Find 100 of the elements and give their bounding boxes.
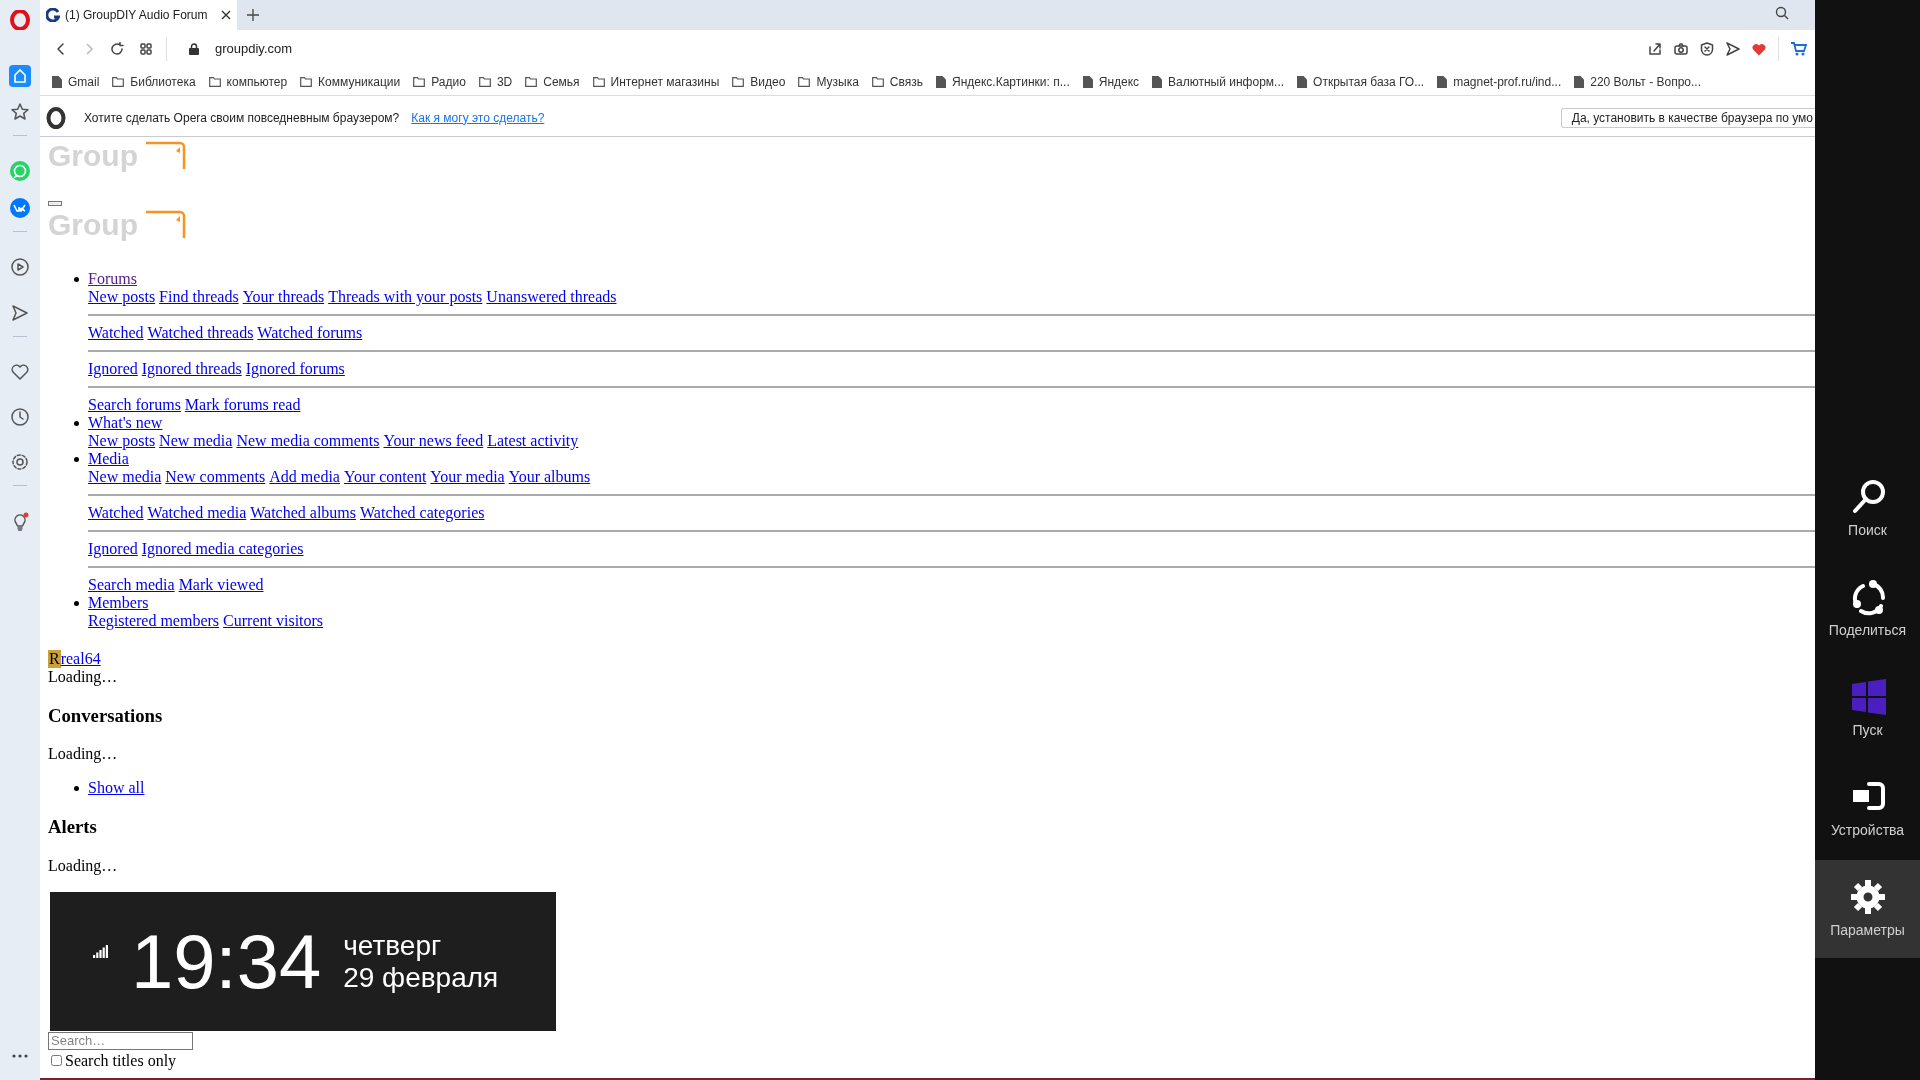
star-icon[interactable]	[9, 101, 31, 123]
user-avatar[interactable]: R	[48, 650, 61, 668]
nav-link[interactable]: Media	[88, 450, 129, 467]
vk-icon[interactable]	[9, 197, 31, 219]
address-field[interactable]: groupdiy.com	[215, 39, 293, 59]
search-field[interactable]: Search…	[48, 1031, 193, 1050]
nav-sublink[interactable]: Ignored forums	[245, 360, 345, 378]
new-tab-icon[interactable]	[247, 9, 259, 21]
bookmark-link[interactable]: Музыка	[816, 72, 859, 91]
nav-sublink[interactable]: New media comments	[236, 432, 380, 450]
bookmark-link[interactable]: Валютный информ...	[1168, 72, 1285, 91]
nav-sublink[interactable]: Watched media	[147, 504, 247, 522]
nav-sublink[interactable]: Watched albums	[250, 504, 357, 522]
nav-sublink[interactable]: New posts	[88, 432, 156, 450]
nav-sublink[interactable]: Ignored media categories	[141, 540, 304, 558]
bookmark-link[interactable]: Gmail	[68, 72, 100, 91]
nav-sublink[interactable]: Your news feed	[383, 432, 484, 450]
clock-date: 29 февраля	[343, 961, 499, 994]
page-icon	[936, 75, 946, 88]
bookmark-link[interactable]: 220 Вольт - Вопро...	[1590, 72, 1701, 91]
nav-sublink[interactable]: Your media	[430, 468, 505, 486]
more-icon[interactable]	[12, 1054, 28, 1058]
bookmark-link[interactable]: Радио	[431, 72, 466, 91]
menu-toggle-button[interactable]	[48, 201, 62, 206]
charm-button[interactable]: Устройства	[1815, 760, 1920, 858]
browser-tab[interactable]: (1) GroupDIY Audio Forum	[40, 0, 237, 30]
nav-sublink[interactable]: Add media	[269, 468, 340, 486]
nav-sublink[interactable]: Registered members	[88, 612, 220, 630]
link[interactable]: Show all	[88, 779, 145, 797]
send-icon[interactable]	[1726, 42, 1740, 56]
help-link[interactable]: Как я могу это сделать?	[411, 108, 545, 127]
search-icon[interactable]	[1775, 6, 1789, 20]
close-icon[interactable]	[221, 10, 231, 20]
nav-sublink[interactable]: Ignored	[88, 360, 138, 378]
nav-sublink[interactable]: Watched	[88, 324, 144, 342]
bookmark-link[interactable]: Библиотека	[130, 72, 196, 91]
bookmark-link[interactable]: Яндекс.Картинки: п...	[952, 72, 1070, 91]
settings-icon[interactable]	[9, 451, 31, 473]
bookmark-link[interactable]: Связь	[889, 72, 923, 91]
checkbox[interactable]	[51, 1055, 62, 1067]
nav-sublink[interactable]: Unanswered threads	[486, 288, 617, 306]
nav-sublink[interactable]: Watched	[88, 504, 144, 522]
bookmark-link[interactable]: Семья	[543, 72, 580, 91]
nav-link[interactable]: Members	[88, 594, 149, 611]
nav-sublink[interactable]: Your content	[343, 468, 427, 486]
nav-sublink[interactable]: Your threads	[242, 288, 325, 306]
opera-logo-icon[interactable]	[10, 10, 30, 30]
nav-link[interactable]: Forums	[88, 270, 137, 287]
bookmark-link[interactable]: компьютер	[226, 72, 288, 91]
site-favicon-icon	[46, 8, 60, 22]
nav-sublink[interactable]: Search forums	[88, 396, 181, 414]
nav-sublink[interactable]: Ignored	[88, 540, 138, 558]
bookmark-link[interactable]: 3D	[496, 72, 513, 91]
nav-sublink[interactable]: Latest activity	[487, 432, 579, 450]
cart-icon[interactable]	[1791, 42, 1807, 56]
camera-icon[interactable]	[1674, 42, 1688, 56]
clock-icon[interactable]	[9, 406, 31, 428]
nav-sublink[interactable]: New media	[159, 432, 233, 450]
reload-icon[interactable]	[110, 42, 124, 56]
nav-sublink[interactable]: Mark viewed	[178, 576, 264, 594]
bookmark-link[interactable]: Видео	[750, 72, 786, 91]
nav-sublink[interactable]: Watched forums	[257, 324, 363, 342]
charm-button[interactable]: Поделиться	[1815, 560, 1920, 658]
bookmark-link[interactable]: Интернет магазины	[610, 72, 720, 91]
heart-icon[interactable]	[1752, 42, 1766, 56]
folder-icon	[300, 76, 313, 87]
bookmark-link[interactable]: magnet-prof.ru/ind...	[1453, 72, 1562, 91]
nav-sublink[interactable]: New comments	[165, 468, 266, 486]
nav-sublink[interactable]: Search media	[88, 576, 175, 594]
home-icon[interactable]	[9, 65, 31, 87]
play-icon[interactable]	[9, 256, 31, 278]
folder-icon	[208, 76, 221, 87]
charm-button[interactable]: Параметры	[1815, 860, 1920, 958]
tabs-grid-icon[interactable]	[140, 43, 152, 55]
nav-sublink[interactable]: Mark forums read	[184, 396, 301, 414]
nav-sublink[interactable]: Find threads	[159, 288, 239, 306]
charm-button[interactable]: Пуск	[1815, 660, 1920, 758]
username-link[interactable]: real64	[60, 650, 101, 668]
bullet-icon	[74, 457, 79, 462]
blocker-icon[interactable]	[1700, 42, 1714, 56]
nav-link[interactable]: What's new	[88, 414, 163, 431]
bookmark-link[interactable]: Яндекс	[1098, 72, 1140, 91]
nav-sublink[interactable]: Watched threads	[147, 324, 254, 342]
nav-sublink[interactable]: Ignored threads	[141, 360, 242, 378]
folder-icon	[871, 76, 884, 87]
charm-button[interactable]: Поиск	[1815, 460, 1920, 558]
heart-icon[interactable]	[9, 361, 31, 383]
bookmark-link[interactable]: Коммуникации	[318, 72, 401, 91]
nav-sublink[interactable]: Current visitors	[223, 612, 324, 630]
nav-sublink[interactable]: Threads with your posts	[328, 288, 483, 306]
page-icon	[1152, 75, 1163, 88]
nav-sublink[interactable]: Watched categories	[360, 504, 485, 522]
set-default-button[interactable]: Да, установить в качестве браузера по умо	[1560, 107, 1815, 128]
nav-sublink[interactable]: New posts	[88, 288, 156, 306]
bookmark-link[interactable]: Открытая база ГО...	[1313, 72, 1425, 91]
folder-icon	[478, 76, 491, 87]
send-icon[interactable]	[9, 302, 31, 324]
nav-sublink[interactable]: Your albums	[508, 468, 591, 486]
nav-sublink[interactable]: New media	[88, 468, 162, 486]
edit-share-icon[interactable]	[1648, 42, 1662, 56]
